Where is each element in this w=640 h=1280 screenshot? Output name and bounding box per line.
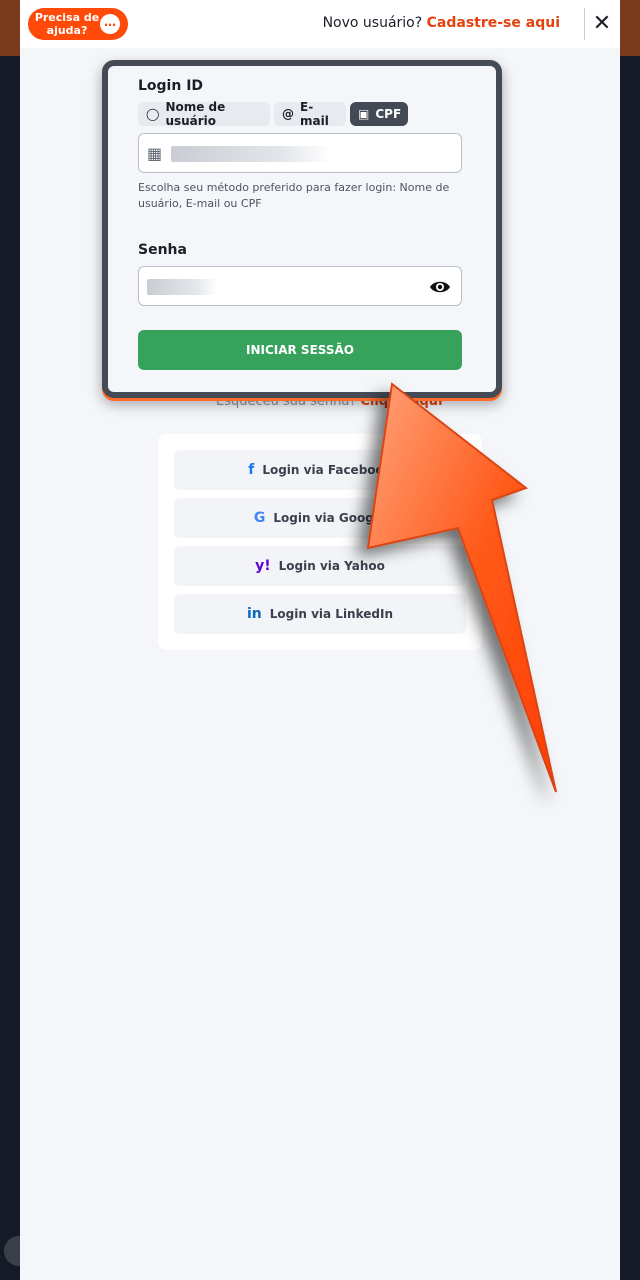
chat-bubble-icon: … [100, 14, 120, 34]
tab-username[interactable]: ◯ Nome de usuário [138, 100, 270, 128]
login-form-card: Login ID ◯ Nome de usuário @ E-mail ▣ CP… [102, 60, 502, 398]
tab-email-label: E-mail [300, 100, 329, 128]
login-id-input[interactable]: ▦ [138, 133, 462, 173]
password-input[interactable] [138, 266, 462, 306]
at-icon: @ [282, 107, 294, 121]
linkedin-login-button[interactable]: in Login via LinkedIn [174, 594, 466, 634]
new-user-prompt: Novo usuário? Cadastre-se aqui [323, 15, 560, 31]
linkedin-icon: in [247, 606, 262, 622]
yahoo-login-button[interactable]: y! Login via Yahoo [174, 546, 466, 586]
help-button[interactable]: Precisa de ajuda? … [28, 8, 128, 40]
yahoo-login-label: Login via Yahoo [278, 559, 385, 573]
login-id-value-redacted [171, 146, 331, 162]
header-divider [584, 8, 585, 40]
help-label: Precisa de ajuda? [34, 11, 100, 37]
yahoo-icon: y! [255, 558, 271, 574]
tab-cpf-label: CPF [375, 107, 402, 121]
facebook-login-button[interactable]: f Login via Facebook [174, 450, 466, 490]
linkedin-login-label: Login via LinkedIn [269, 607, 393, 621]
signup-link[interactable]: Cadastre-se aqui [427, 15, 560, 31]
id-card-icon: ▦ [147, 144, 163, 163]
google-login-button[interactable]: G Login via Google [174, 498, 466, 538]
google-icon: G [253, 510, 266, 526]
eye-icon[interactable] [429, 277, 451, 297]
tab-username-label: Nome de usuário [165, 100, 226, 128]
id-badge-icon: ▣ [358, 107, 370, 121]
new-user-text: Novo usuário? [322, 15, 423, 31]
password-value-redacted [147, 279, 217, 295]
close-icon[interactable]: ✕ [588, 10, 616, 38]
tab-cpf[interactable]: ▣ CPF [350, 102, 408, 126]
login-id-label: Login ID [138, 78, 204, 94]
google-login-label: Login via Google [273, 511, 387, 525]
facebook-icon: f [248, 462, 255, 478]
modal-header: Precisa de ajuda? … Novo usuário? Cadast… [20, 0, 620, 48]
social-login-card: f Login via Facebook G Login via Google … [158, 434, 482, 650]
facebook-login-label: Login via Facebook [262, 463, 392, 477]
login-submit-button[interactable]: INICIAR SESSÃO [138, 330, 462, 370]
tab-email[interactable]: @ E-mail [274, 100, 346, 128]
user-icon: ◯ [146, 107, 160, 121]
password-label: Senha [138, 242, 187, 258]
login-method-hint: Escolha seu método preferido para fazer … [138, 181, 450, 210]
